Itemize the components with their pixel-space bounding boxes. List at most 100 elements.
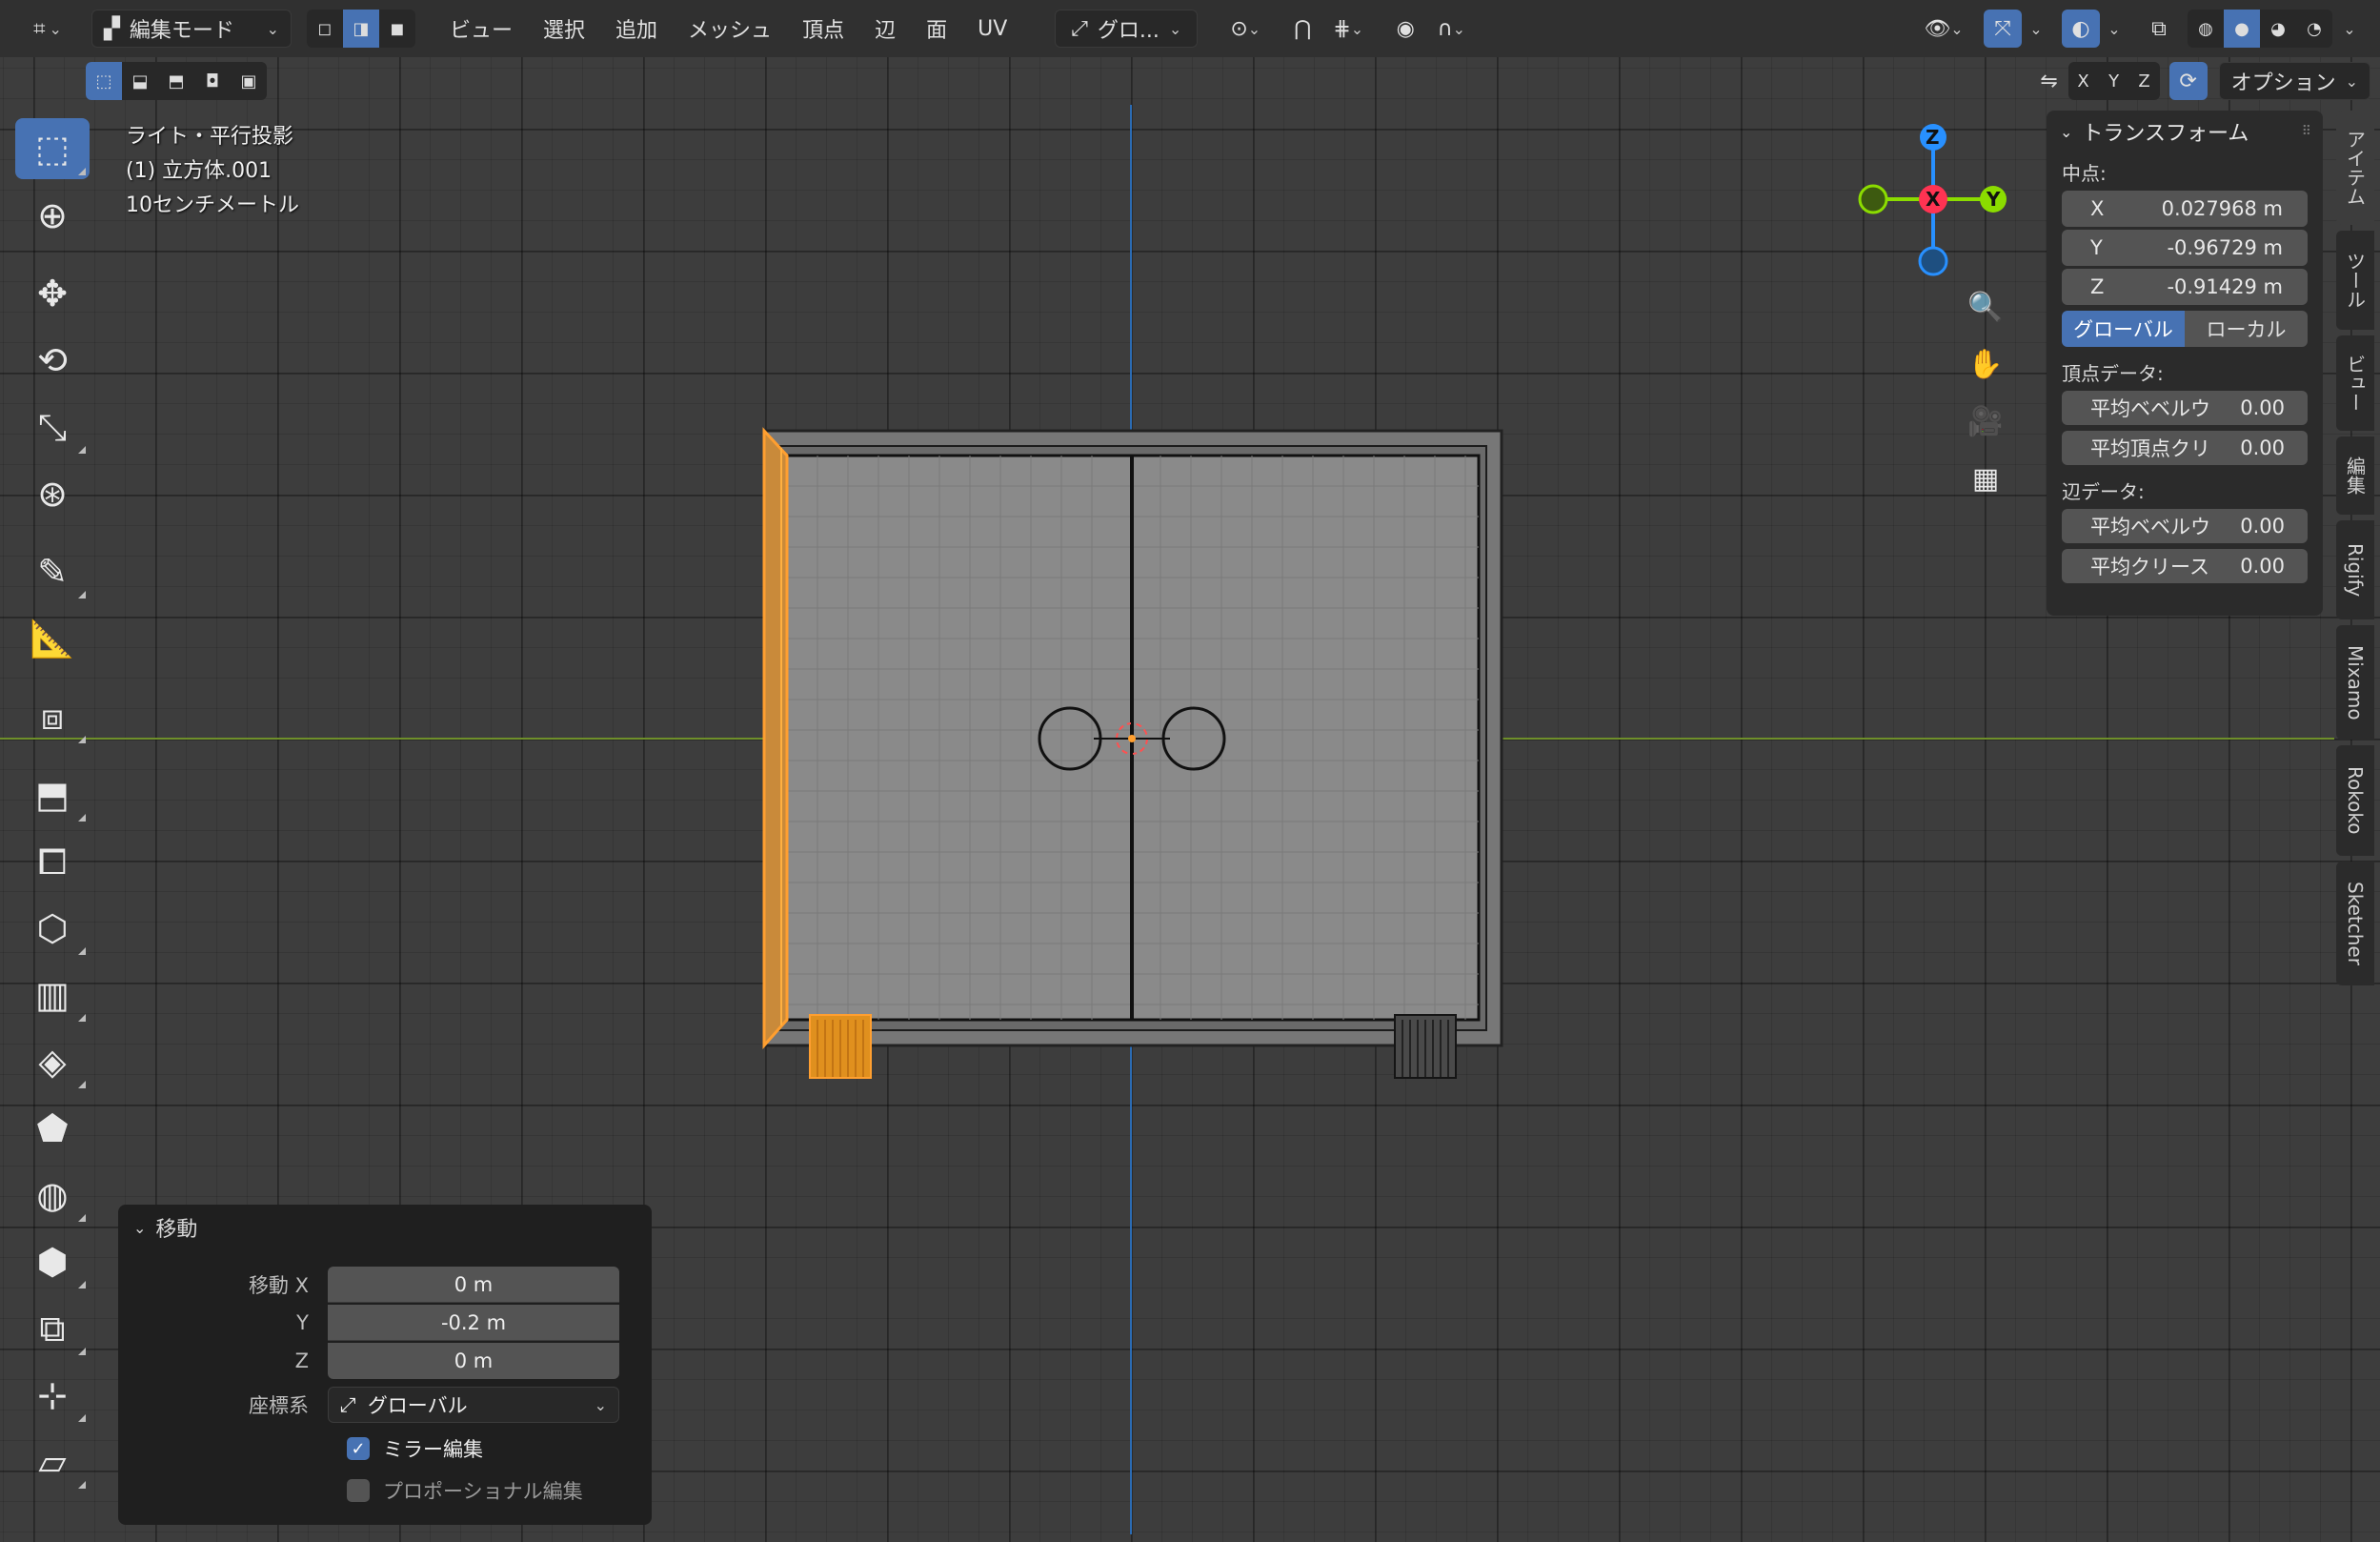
overlay-toggle[interactable]: ◐	[2062, 10, 2100, 48]
select-extend-icon[interactable]: ⬓	[122, 62, 158, 100]
operator-header[interactable]: ⌄ 移動	[118, 1205, 652, 1250]
gizmo-toggle[interactable]: ⤧	[1984, 10, 2022, 48]
move-z-field[interactable]: 0 m	[328, 1343, 619, 1379]
menu-view[interactable]: ビュー	[434, 10, 528, 48]
coord-system-dropdown[interactable]: ⤢ グローバル ⌄	[328, 1387, 619, 1423]
transform-icon: ⊛	[37, 473, 68, 515]
pan-hand-icon[interactable]: ✋	[1961, 339, 2010, 389]
transform-panel-header[interactable]: ⌄ トランスフォーム ⠿	[2047, 111, 2323, 152]
snap-target-dropdown[interactable]: ⋕ ⌄	[1321, 10, 1375, 48]
zoom-icon[interactable]: 🔍	[1961, 282, 2010, 332]
tool-extrude[interactable]: ⬒	[15, 764, 90, 825]
menu-select[interactable]: 選択	[528, 10, 600, 48]
tool-loop-cut[interactable]: ▥	[15, 964, 90, 1025]
tab-tool[interactable]: ツール	[2336, 231, 2374, 330]
topology-mirror-toggle[interactable]: ⟳	[2168, 62, 2208, 100]
edge-select-icon[interactable]: ◨	[343, 10, 379, 48]
sidebar-tabs: アイテム ツール ビュー 編集 Rigify Mixamo Rokoko Ske…	[2336, 111, 2380, 991]
vertex-bevel-weight-field[interactable]: 平均ベベルウ 0.00	[2062, 391, 2308, 425]
tab-item[interactable]: アイテム	[2336, 111, 2374, 225]
orientation-dropdown[interactable]: ⤢ グロ... ⌄	[1055, 10, 1199, 48]
selection-mode-group: ⬚ ⬓ ⬒ ◘ ▣	[86, 62, 267, 100]
xray-toggle[interactable]: ⧉	[2140, 10, 2178, 48]
select-new-icon[interactable]: ⬚	[86, 62, 122, 100]
move-y-field[interactable]: -0.2 m	[328, 1305, 619, 1341]
menu-edge[interactable]: 辺	[859, 10, 911, 48]
drag-handle-icon[interactable]: ⠿	[2302, 124, 2311, 139]
menu-mesh[interactable]: メッシュ	[673, 10, 787, 48]
tool-shrink-fatten[interactable]: ⊹	[15, 1365, 90, 1426]
grid-icon[interactable]: ▦	[1961, 454, 2010, 503]
select-intersect-icon[interactable]: ▣	[231, 62, 267, 100]
editor-type-button[interactable]: ⌗ ⌄	[19, 10, 76, 48]
solid-shading-icon[interactable]: ●	[2224, 10, 2260, 48]
tool-cursor[interactable]: ⊕	[15, 185, 90, 246]
menu-face[interactable]: 面	[911, 10, 962, 48]
select-subtract-icon[interactable]: ⬒	[158, 62, 194, 100]
tool-inset[interactable]: ⧠	[15, 831, 90, 892]
tab-rokoko[interactable]: Rokoko	[2336, 745, 2374, 856]
menu-vertex[interactable]: 頂点	[787, 10, 859, 48]
edge-crease-field[interactable]: 平均クリース 0.00	[2062, 549, 2308, 583]
menu-add[interactable]: 追加	[600, 10, 673, 48]
tool-shear[interactable]: ▱	[15, 1431, 90, 1492]
tab-rigify[interactable]: Rigify	[2336, 520, 2374, 619]
falloff-dropdown[interactable]: ∩ ⌄	[1424, 10, 1478, 48]
edge-bevel-weight-field[interactable]: 平均ベベルウ 0.00	[2062, 509, 2308, 543]
tool-spin[interactable]: ◍	[15, 1165, 90, 1226]
tool-move[interactable]: ✥	[15, 263, 90, 324]
vertex-select-icon[interactable]: ◻	[307, 10, 343, 48]
tab-mixamo[interactable]: Mixamo	[2336, 625, 2374, 740]
mirror-z-toggle[interactable]: Z	[2129, 62, 2160, 100]
material-shading-icon[interactable]: ◕	[2260, 10, 2296, 48]
move-x-field[interactable]: 0 m	[328, 1267, 619, 1303]
proportional-edit-row[interactable]: プロポーショナル編集	[118, 1470, 652, 1512]
local-button[interactable]: ローカル	[2185, 311, 2308, 347]
mirror-y-toggle[interactable]: Y	[2099, 62, 2129, 100]
pivot-dropdown[interactable]: ⊙ ⌄	[1215, 10, 1276, 48]
median-y-field[interactable]: Y -0.96729 m	[2062, 230, 2308, 266]
tool-bevel[interactable]: ⬡	[15, 898, 90, 959]
vertex-crease-field[interactable]: 平均頂点クリ 0.00	[2062, 431, 2308, 465]
select-invert-icon[interactable]: ◘	[194, 62, 231, 100]
menu-uv[interactable]: UV	[962, 10, 1022, 48]
navigation-gizmo[interactable]	[1848, 118, 1982, 280]
tab-sketcher[interactable]: Sketcher	[2336, 862, 2374, 985]
options-dropdown[interactable]: オプション ⌄	[2218, 62, 2370, 100]
rendered-shading-icon[interactable]: ◔	[2296, 10, 2332, 48]
mode-dropdown[interactable]: ▞ 編集モード ⌄	[91, 10, 292, 48]
bevel-icon: ⬡	[36, 907, 69, 949]
median-z-field[interactable]: Z -0.91429 m	[2062, 269, 2308, 305]
tool-rotate[interactable]: ⟲	[15, 330, 90, 391]
mirror-edit-checkbox[interactable]: ✓	[347, 1437, 370, 1460]
tool-measure[interactable]: 📐	[15, 608, 90, 669]
overlay-dropdown[interactable]: ⌄	[2100, 10, 2128, 48]
median-x-field[interactable]: X 0.027968 m	[2062, 191, 2308, 227]
tab-edit[interactable]: 編集	[2336, 436, 2374, 515]
tool-knife[interactable]: ◈	[15, 1031, 90, 1092]
edge-slide-icon: ⧉	[39, 1308, 66, 1349]
proportional-edit-checkbox[interactable]	[347, 1479, 370, 1502]
tool-scale[interactable]: ⤡	[15, 396, 90, 457]
move-icon: ✥	[37, 273, 68, 314]
camera-icon[interactable]: 🎥	[1961, 396, 2010, 446]
visibility-dropdown[interactable]: 👁 ⌄	[1915, 10, 1972, 48]
tool-add-cube[interactable]: ⧈	[15, 686, 90, 747]
tool-smooth[interactable]: ⬢	[15, 1231, 90, 1292]
mirror-x-toggle[interactable]: X	[2068, 62, 2099, 100]
shading-dropdown[interactable]: ⌄	[2332, 10, 2367, 48]
tool-poly-build[interactable]: ⬟	[15, 1098, 90, 1159]
face-select-icon[interactable]: ◼	[379, 10, 415, 48]
mesh-object[interactable]	[743, 419, 1524, 1106]
snap-toggle[interactable]: ⋂	[1283, 10, 1321, 48]
tool-transform[interactable]: ⊛	[15, 463, 90, 524]
proportional-toggle[interactable]: ◉	[1386, 10, 1424, 48]
gizmo-dropdown[interactable]: ⌄	[2022, 10, 2050, 48]
tool-edge-slide[interactable]: ⧉	[15, 1298, 90, 1359]
tab-view[interactable]: ビュー	[2336, 335, 2374, 431]
mirror-edit-row[interactable]: ✓ ミラー編集	[118, 1428, 652, 1470]
tool-annotate[interactable]: ✎	[15, 541, 90, 602]
tool-select-box[interactable]: ⬚	[15, 118, 90, 179]
global-button[interactable]: グローバル	[2062, 311, 2185, 347]
wireframe-shading-icon[interactable]: ◍	[2188, 10, 2224, 48]
